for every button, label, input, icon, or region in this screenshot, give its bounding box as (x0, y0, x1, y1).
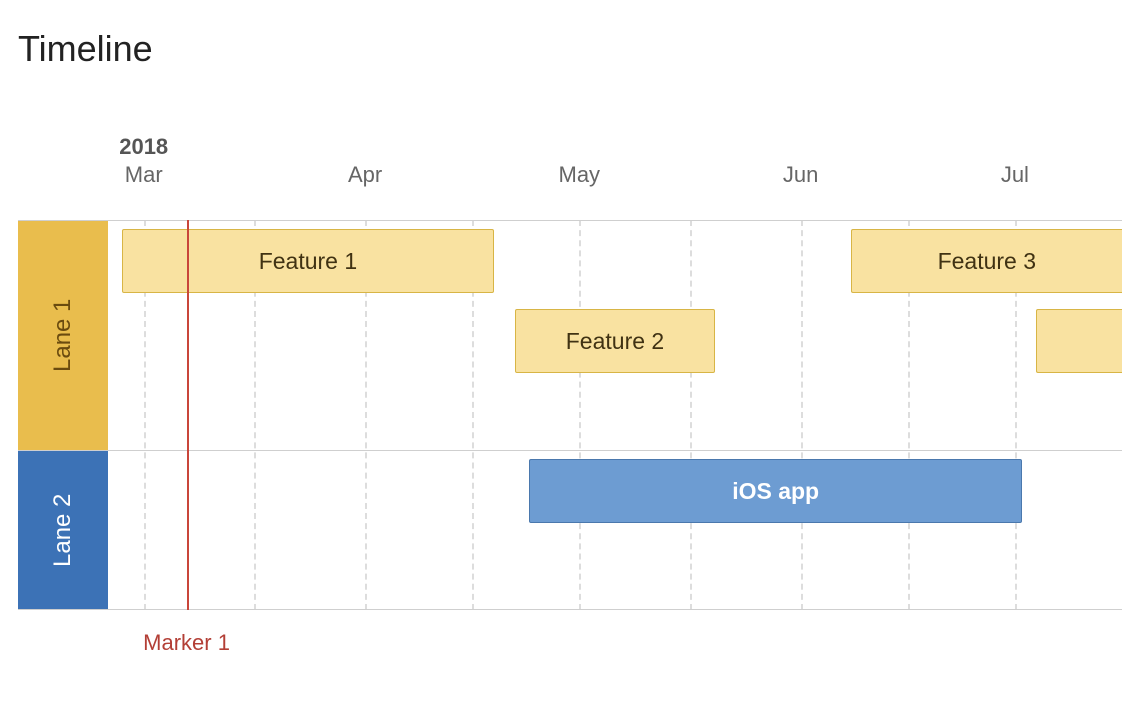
timeline-chart: MarAprMayJunJul2018 Lane 1 Feature 1 Fea… (18, 140, 1122, 660)
axis-tick-jun: Jun (783, 162, 818, 188)
page-title: Timeline (18, 28, 1122, 70)
lane-1-row-0: Feature 1 Feature 3 (108, 221, 1122, 301)
axis-tick-may: May (559, 162, 601, 188)
bar-ios-app[interactable]: iOS app (529, 459, 1022, 523)
marker-1-label: Marker 1 (143, 630, 230, 656)
axis-tick-mar: Mar (125, 162, 163, 188)
lane-1-header: Lane 1 (18, 221, 108, 450)
bar-feature-1[interactable]: Feature 1 (122, 229, 493, 293)
lane-2-body: iOS app (108, 451, 1122, 609)
marker-1-line (187, 220, 189, 610)
bar-feature-2[interactable]: Feature 2 (515, 309, 715, 373)
lane-1-body: Feature 1 Feature 3 Feature 2 (108, 221, 1122, 450)
lane-2-row-0: iOS app (108, 451, 1122, 531)
axis-year-label: 2018 (119, 134, 168, 160)
lane-1: Lane 1 Feature 1 Feature 3 Feature 2 (18, 220, 1122, 450)
lane-2: Lane 2 iOS app (18, 450, 1122, 610)
axis-tick-jul: Jul (1001, 162, 1029, 188)
lane-2-header: Lane 2 (18, 451, 108, 609)
bar-feature-3[interactable]: Feature 3 (851, 229, 1122, 293)
lanes-container: Lane 1 Feature 1 Feature 3 Feature 2 Lan… (18, 220, 1122, 610)
time-axis: MarAprMayJunJul2018 (108, 140, 1122, 200)
lane-1-row-1: Feature 2 (108, 301, 1122, 381)
axis-tick-apr: Apr (348, 162, 382, 188)
bar-feature-unnamed[interactable] (1036, 309, 1122, 373)
